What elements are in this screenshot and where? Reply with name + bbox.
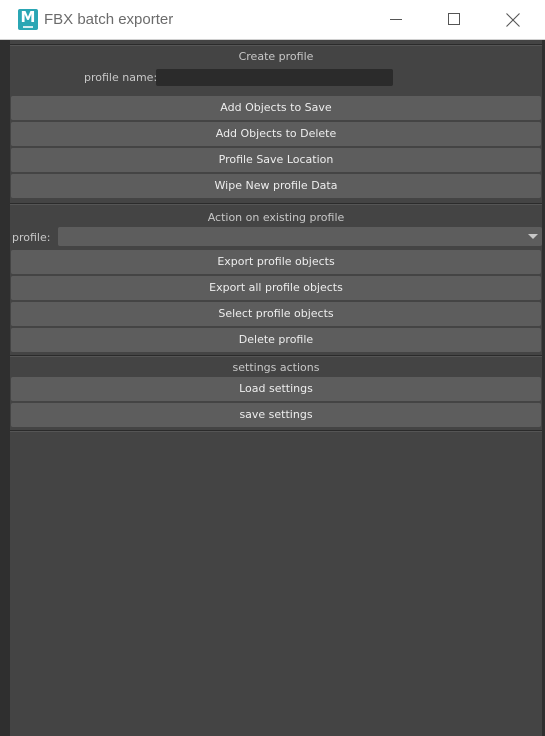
maximize-button[interactable] (425, 0, 483, 40)
section-separator (10, 430, 542, 432)
app-icon-underline (23, 26, 33, 28)
add-objects-to-delete-button[interactable]: Add Objects to Delete (11, 122, 541, 146)
maximize-icon (448, 13, 460, 25)
fbx-batch-exporter-window: M FBX batch exporter Create profile prof… (0, 0, 545, 736)
background-viewport-strip-left (0, 40, 10, 736)
chevron-down-icon (528, 234, 538, 239)
profile-save-location-button[interactable]: Profile Save Location (11, 148, 541, 172)
minimize-icon (390, 19, 402, 20)
exporter-panel: Create profile profile name: Add Objects… (10, 40, 542, 736)
app-icon-letter: M (20, 8, 36, 26)
wipe-new-profile-data-button[interactable]: Wipe New profile Data (11, 174, 541, 198)
close-icon (506, 13, 520, 27)
add-objects-to-save-button[interactable]: Add Objects to Save (11, 96, 541, 120)
close-button[interactable] (484, 0, 542, 40)
maya-app-icon: M (18, 9, 38, 30)
export-profile-objects-button[interactable]: Export profile objects (11, 250, 541, 274)
delete-profile-button[interactable]: Delete profile (11, 328, 541, 352)
minimize-button[interactable] (367, 0, 425, 40)
profile-name-label: profile name: (84, 71, 158, 84)
create-profile-title: Create profile (238, 50, 314, 63)
profile-name-field[interactable] (156, 69, 393, 86)
profile-dropdown[interactable] (58, 227, 542, 246)
save-settings-button[interactable]: save settings (11, 403, 541, 427)
profile-label: profile: (12, 231, 51, 244)
window-title: FBX batch exporter (44, 11, 174, 28)
section-separator (10, 44, 542, 46)
existing-profile-title: Action on existing profile (207, 211, 345, 224)
export-all-profile-objects-button[interactable]: Export all profile objects (11, 276, 541, 300)
section-separator (10, 355, 542, 357)
load-settings-button[interactable]: Load settings (11, 377, 541, 401)
select-profile-objects-button[interactable]: Select profile objects (11, 302, 541, 326)
settings-actions-title: settings actions (232, 361, 320, 374)
title-bar[interactable]: M FBX batch exporter (0, 0, 545, 40)
section-separator (10, 203, 542, 205)
